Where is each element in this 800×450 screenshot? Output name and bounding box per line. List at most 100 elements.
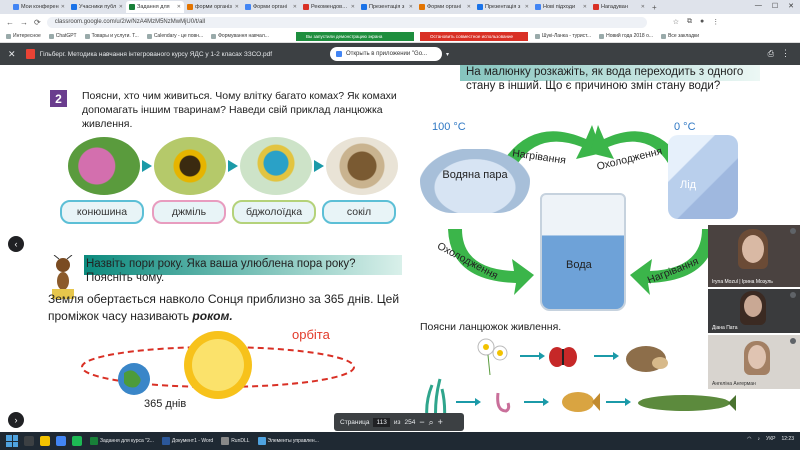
tab-label: Задання для: [137, 4, 170, 10]
previous-page-icon[interactable]: ‹: [8, 236, 24, 252]
pdf-viewer[interactable]: 2 Поясни, хто чим живиться. Чому влітку …: [0, 65, 800, 432]
tab-close-icon[interactable]: ✕: [583, 4, 587, 10]
participant-name: Діана Пата: [712, 325, 738, 331]
close-window-icon[interactable]: ✕: [788, 2, 794, 10]
screen-share-banner: Вы запустили демонстрацию экрана: [296, 32, 414, 41]
close-icon[interactable]: ✕: [8, 49, 16, 60]
tab-close-icon[interactable]: ✕: [525, 4, 529, 10]
chain-arrow-icon: [142, 160, 152, 172]
tab-close-icon[interactable]: ✕: [235, 4, 239, 10]
chain-arrow-icon: [520, 352, 545, 360]
browser-tab[interactable]: Нагадуван ✕: [590, 1, 648, 13]
extensions-icon[interactable]: ⧉: [687, 18, 692, 26]
chevron-down-icon[interactable]: ▾: [446, 51, 449, 58]
star-icon[interactable]: ☆: [673, 18, 679, 26]
profile-icon[interactable]: ●: [700, 18, 704, 26]
new-tab-button[interactable]: +: [652, 3, 657, 12]
chain-arrow-icon: [314, 160, 324, 172]
spotify-icon[interactable]: [72, 436, 82, 446]
taskbar-app-label: Задання для курса "2...: [100, 438, 154, 444]
tab-close-icon[interactable]: ✕: [61, 4, 65, 10]
taskbar-app[interactable]: RunDLL: [221, 437, 250, 445]
open-with-button[interactable]: Открыть в приложении "Go...: [330, 47, 442, 61]
bookmark-label: Новий года 2018 о...: [606, 33, 654, 39]
bookmark-item[interactable]: Интересное: [6, 33, 41, 39]
browser-tab[interactable]: Нові підходи ✕: [532, 1, 590, 13]
zoom-in-button[interactable]: +: [438, 417, 443, 427]
tab-label: Форми органі: [253, 4, 288, 10]
tab-close-icon[interactable]: ✕: [119, 4, 123, 10]
chain-arrow-icon: [456, 398, 481, 406]
participant-tile[interactable]: Діана Пата: [708, 289, 800, 333]
butterfly-image: [549, 347, 577, 367]
browser-tab[interactable]: Задання для ✕: [126, 1, 184, 13]
tab-close-icon[interactable]: ✕: [177, 4, 181, 10]
bookmark-item[interactable]: ChatGPT: [48, 33, 77, 39]
orbit-label: орбіта: [292, 327, 330, 342]
browser-tab[interactable]: Форми органі ✕: [416, 1, 474, 13]
file-explorer-icon[interactable]: [40, 436, 50, 446]
zoom-icon[interactable]: ⌕: [429, 417, 434, 428]
language-indicator[interactable]: УКР: [766, 436, 775, 442]
page-number-input[interactable]: 113: [373, 417, 390, 427]
bookmark-item[interactable]: Формування навчал...: [211, 33, 269, 39]
temperature-hot: 100 °С: [432, 121, 466, 133]
zoom-out-button[interactable]: −: [419, 417, 424, 427]
tab-favicon-icon: [13, 4, 19, 10]
tab-label: Нагадуван: [601, 4, 628, 10]
back-icon[interactable]: ←: [6, 18, 14, 27]
bookmark-item[interactable]: Шукі-Ланка - турист...: [534, 33, 591, 39]
forward-icon[interactable]: →: [20, 18, 28, 27]
bookmark-item[interactable]: Calendary - це повн...: [146, 33, 203, 39]
tab-close-icon[interactable]: ✕: [641, 4, 645, 10]
browser-tab[interactable]: Презентація з ✕: [358, 1, 416, 13]
tab-close-icon[interactable]: ✕: [467, 4, 471, 10]
search-icon[interactable]: [24, 436, 34, 446]
chrome-icon[interactable]: [56, 436, 66, 446]
minimize-icon[interactable]: —: [755, 2, 762, 10]
browser-tab[interactable]: Форми органі ✕: [242, 1, 300, 13]
browser-tab-strip: Мои конферен ✕ Учасники публ ✕ Задання для ✕ ф…: [0, 0, 800, 14]
stop-sharing-button[interactable]: Остановить совместное использование: [420, 32, 528, 41]
browser-tab[interactable]: Учасники публ ✕: [68, 1, 126, 13]
browser-tab[interactable]: Рекомендовані ✕: [300, 1, 358, 13]
participant-tile[interactable]: Ангеліна Ангерман: [708, 335, 800, 389]
taskbar-app[interactable]: Элементы управлен...: [257, 437, 319, 445]
taskbar-app[interactable]: Задання для курса "2...: [90, 437, 154, 445]
taskbar-app[interactable]: Документ1 - Word: [161, 437, 213, 445]
tab-close-icon[interactable]: ✕: [293, 4, 297, 10]
url-field[interactable]: classroom.google.com/u/2/w/NzA4MzM5NzMwM…: [46, 16, 647, 28]
participant-tile[interactable]: Iryna Mozul | Ірина Мозуль: [708, 225, 800, 287]
clock[interactable]: 12:23: [781, 436, 794, 442]
browser-tab[interactable]: форми організ ✕: [184, 1, 242, 13]
tab-favicon-icon: [71, 4, 77, 10]
next-page-icon[interactable]: ›: [8, 412, 24, 428]
more-icon[interactable]: ⋮: [781, 48, 790, 59]
earth-text-term: роком.: [192, 309, 233, 323]
bookmark-item[interactable]: Все закладки: [661, 33, 699, 39]
bookmark-icon: [661, 33, 667, 39]
mic-icon: [790, 338, 796, 344]
participant-face: [748, 345, 766, 369]
maximize-icon[interactable]: ☐: [772, 2, 778, 10]
browser-tab[interactable]: Мои конферен ✕: [10, 1, 68, 13]
menu-icon[interactable]: ⋮: [712, 18, 719, 26]
hedgehog-image: [626, 346, 668, 372]
tab-close-icon[interactable]: ✕: [409, 4, 413, 10]
bookmark-item[interactable]: Товары и услуги. Т...: [84, 33, 139, 39]
tab-label: Презентація з: [485, 4, 521, 10]
mic-icon: [790, 292, 796, 298]
bookmark-item[interactable]: Новий года 2018 о...: [599, 33, 653, 39]
start-menu-icon[interactable]: [6, 435, 18, 447]
browser-tab[interactable]: Презентація з ✕: [474, 1, 532, 13]
tab-favicon-icon: [419, 4, 425, 10]
print-icon[interactable]: ⎙: [768, 49, 774, 59]
bookmark-label: Все закладки: [668, 33, 699, 39]
tab-close-icon[interactable]: ✕: [351, 4, 355, 10]
reload-icon[interactable]: ⟳: [34, 18, 41, 27]
pdf-toolbar: ✕ Гільберг. Методика навчання інтегрован…: [0, 43, 800, 65]
wifi-icon[interactable]: ◠: [747, 436, 751, 442]
tab-favicon-icon: [187, 4, 193, 10]
taskbar-app-label: Элементы управлен...: [267, 438, 319, 444]
volume-icon[interactable]: ♪: [758, 436, 761, 442]
